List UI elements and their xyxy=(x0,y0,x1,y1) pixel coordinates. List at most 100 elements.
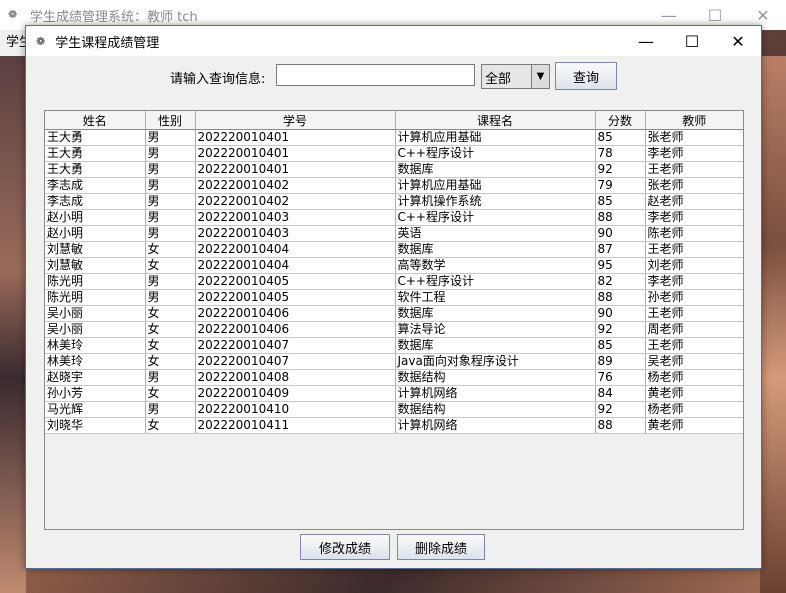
table-cell[interactable]: 202220010410 xyxy=(195,401,396,418)
column-header[interactable]: 课程名 xyxy=(395,111,596,130)
table-cell[interactable]: 刘老师 xyxy=(645,257,743,274)
table-cell[interactable]: 张老师 xyxy=(645,129,743,146)
table-cell[interactable]: 刘晓华 xyxy=(45,417,146,434)
table-cell[interactable]: 202220010408 xyxy=(195,369,396,386)
table-cell[interactable]: 76 xyxy=(595,369,646,386)
table-cell[interactable]: 王老师 xyxy=(645,337,743,354)
table-cell[interactable]: 88 xyxy=(595,209,646,226)
table-cell[interactable]: 202220010407 xyxy=(195,337,396,354)
table-cell[interactable]: 82 xyxy=(595,273,646,290)
delete-grade-button[interactable]: 删除成绩 xyxy=(397,534,485,560)
table-cell[interactable]: 202220010403 xyxy=(195,225,396,242)
table-cell[interactable]: 87 xyxy=(595,241,646,258)
table-cell[interactable]: 女 xyxy=(145,321,196,338)
table-cell[interactable]: C++程序设计 xyxy=(395,273,596,290)
table-cell[interactable]: 高等数学 xyxy=(395,257,596,274)
table-cell[interactable]: 刘慧敏 xyxy=(45,241,146,258)
table-cell[interactable]: 女 xyxy=(145,385,196,402)
table-row[interactable]: 孙小芳女 202220010409 计算机网络 84 黄老师 xyxy=(45,385,743,402)
table-cell[interactable]: 90 xyxy=(595,305,646,322)
table-cell[interactable]: 李志成 xyxy=(45,193,146,210)
table-cell[interactable]: 男 xyxy=(145,225,196,242)
table-cell[interactable]: 赵小明 xyxy=(45,209,146,226)
dialog-maximize-button[interactable]: ☐ xyxy=(669,26,715,56)
table-cell[interactable]: 周老师 xyxy=(645,321,743,338)
table-cell[interactable]: 202220010401 xyxy=(195,145,396,162)
table-row[interactable]: 陈光明男 202220010405 软件工程 88 孙老师 xyxy=(45,289,743,306)
table-cell[interactable]: 男 xyxy=(145,193,196,210)
table-cell[interactable]: 张老师 xyxy=(645,177,743,194)
table-cell[interactable]: 92 xyxy=(595,321,646,338)
table-cell[interactable]: Java面向对象程序设计 xyxy=(395,353,596,370)
table-row[interactable]: 王大勇男 202220010401 数据库 92 王老师 xyxy=(45,161,743,178)
table-cell[interactable]: 英语 xyxy=(395,225,596,242)
table-cell[interactable]: 90 xyxy=(595,225,646,242)
table-cell[interactable]: 202220010404 xyxy=(195,241,396,258)
table-cell[interactable]: 202220010402 xyxy=(195,193,396,210)
table-cell[interactable]: 黄老师 xyxy=(645,385,743,402)
table-cell[interactable]: 85 xyxy=(595,337,646,354)
modify-grade-button[interactable]: 修改成绩 xyxy=(300,534,390,560)
table-cell[interactable]: 202220010404 xyxy=(195,257,396,274)
table-cell[interactable]: 黄老师 xyxy=(645,417,743,434)
table-cell[interactable]: 吴小丽 xyxy=(45,305,146,322)
table-cell[interactable]: 男 xyxy=(145,209,196,226)
table-cell[interactable]: 计算机操作系统 xyxy=(395,193,596,210)
table-row[interactable]: 李志成男 202220010402 计算机操作系统 85 赵老师 xyxy=(45,193,743,210)
column-header[interactable]: 姓名 xyxy=(45,111,146,130)
table-cell[interactable]: 男 xyxy=(145,129,196,146)
table-cell[interactable]: 202220010405 xyxy=(195,273,396,290)
table-cell[interactable]: 算法导论 xyxy=(395,321,596,338)
table-cell[interactable]: 吴老师 xyxy=(645,353,743,370)
table-cell[interactable]: 孙小芳 xyxy=(45,385,146,402)
table-cell[interactable]: 杨老师 xyxy=(645,369,743,386)
table-cell[interactable]: 李老师 xyxy=(645,209,743,226)
table-cell[interactable]: 95 xyxy=(595,257,646,274)
table-row[interactable]: 王大勇男 202220010401 C++程序设计 78 李老师 xyxy=(45,145,743,162)
table-cell[interactable]: C++程序设计 xyxy=(395,145,596,162)
table-cell[interactable]: 陈光明 xyxy=(45,289,146,306)
table-row[interactable]: 王大勇男 202220010401 计算机应用基础 85 张老师 xyxy=(45,129,743,146)
table-cell[interactable]: 王老师 xyxy=(645,241,743,258)
table-cell[interactable]: 马光辉 xyxy=(45,401,146,418)
table-row[interactable]: 吴小丽女 202220010406 算法导论 92 周老师 xyxy=(45,321,743,338)
table-cell[interactable]: 女 xyxy=(145,305,196,322)
table-cell[interactable]: 李志成 xyxy=(45,177,146,194)
table-row[interactable]: 陈光明男 202220010405 C++程序设计 82 李老师 xyxy=(45,273,743,290)
table-cell[interactable]: 数据结构 xyxy=(395,369,596,386)
table-cell[interactable]: 男 xyxy=(145,273,196,290)
table-row[interactable]: 赵小明男 202220010403 英语 90 陈老师 xyxy=(45,225,743,242)
column-header[interactable]: 学号 xyxy=(195,111,396,130)
table-cell[interactable]: 202220010401 xyxy=(195,129,396,146)
table-cell[interactable]: 女 xyxy=(145,353,196,370)
table-cell[interactable]: 计算机应用基础 xyxy=(395,129,596,146)
dialog-close-button[interactable]: ✕ xyxy=(715,26,761,56)
table-cell[interactable]: 李老师 xyxy=(645,273,743,290)
table-cell[interactable]: 王大勇 xyxy=(45,161,146,178)
column-header[interactable]: 性别 xyxy=(145,111,196,130)
query-button[interactable]: 查询 xyxy=(555,62,617,90)
table-cell[interactable]: 王老师 xyxy=(645,305,743,322)
table-cell[interactable]: 男 xyxy=(145,161,196,178)
table-cell[interactable]: 89 xyxy=(595,353,646,370)
dialog-minimize-button[interactable]: — xyxy=(623,26,669,56)
table-cell[interactable]: 92 xyxy=(595,161,646,178)
table-cell[interactable]: 吴小丽 xyxy=(45,321,146,338)
table-row[interactable]: 李志成男 202220010402 计算机应用基础 79 张老师 xyxy=(45,177,743,194)
table-row[interactable]: 刘慧敏女 202220010404 数据库 87 王老师 xyxy=(45,241,743,258)
table-cell[interactable]: 85 xyxy=(595,129,646,146)
table-cell[interactable]: 202220010406 xyxy=(195,305,396,322)
table-cell[interactable]: 软件工程 xyxy=(395,289,596,306)
table-cell[interactable]: 202220010407 xyxy=(195,353,396,370)
table-cell[interactable]: 88 xyxy=(595,289,646,306)
table-cell[interactable]: 孙老师 xyxy=(645,289,743,306)
table-cell[interactable]: 王大勇 xyxy=(45,145,146,162)
table-cell[interactable]: 计算机应用基础 xyxy=(395,177,596,194)
table-cell[interactable]: 202220010401 xyxy=(195,161,396,178)
table-row[interactable]: 刘晓华女 202220010411 计算机网络 88 黄老师 xyxy=(45,417,743,434)
table-cell[interactable]: 数据库 xyxy=(395,241,596,258)
table-cell[interactable]: 王老师 xyxy=(645,161,743,178)
table-cell[interactable]: 男 xyxy=(145,369,196,386)
table-cell[interactable]: 数据库 xyxy=(395,161,596,178)
table-cell[interactable]: 计算机网络 xyxy=(395,385,596,402)
